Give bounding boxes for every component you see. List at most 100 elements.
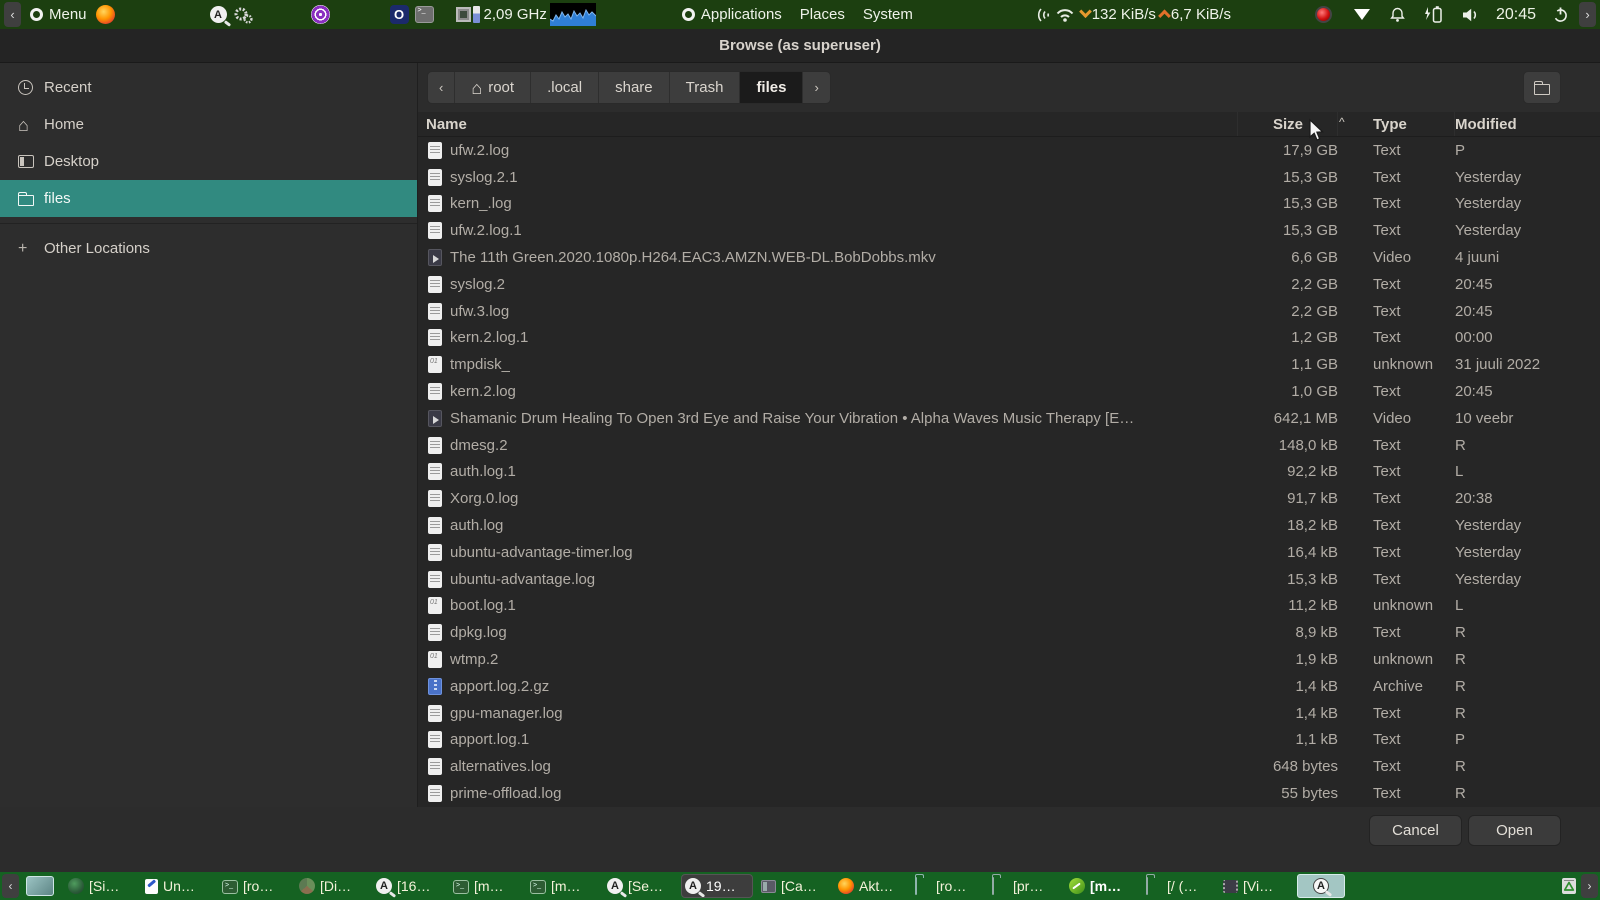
dialog-titlebar[interactable]: Browse (as superuser)	[0, 29, 1600, 63]
window-button[interactable]: [Vi…	[1220, 874, 1292, 898]
battery-charging-icon[interactable]	[1423, 5, 1443, 24]
window-button[interactable]: [Ca…	[758, 874, 830, 898]
workspace-switcher[interactable]	[26, 876, 54, 896]
file-row[interactable]: Xorg.0.log 91,7 kB Text 20:38	[418, 485, 1600, 512]
panel-collapse-right-button[interactable]: ›	[1579, 2, 1596, 27]
breadcrumb-trash[interactable]: Trash	[670, 72, 741, 103]
screen-recorder-icon[interactable]	[1314, 6, 1332, 23]
file-row[interactable]: kern.2.log 1,0 GB Text 20:45	[418, 378, 1600, 405]
taskbar-collapse-right-button[interactable]: ›	[1581, 874, 1598, 898]
trash-applet-icon[interactable]	[1562, 878, 1576, 894]
create-folder-button[interactable]	[1523, 71, 1561, 104]
file-row[interactable]: dmesg.2 148,0 kB Text R	[418, 432, 1600, 459]
window-button[interactable]: [m…	[450, 874, 522, 898]
file-row[interactable]: wtmp.2 1,9 kB unknown R	[418, 646, 1600, 673]
breadcrumb-local[interactable]: .local	[531, 72, 600, 103]
file-name: kern.2.log	[450, 383, 516, 401]
terminal-icon	[530, 879, 546, 894]
applications-menu-icon[interactable]	[681, 8, 695, 21]
applications-menu[interactable]: Applications	[701, 6, 782, 23]
file-modified: R	[1455, 758, 1466, 776]
terminal-launcher-icon[interactable]	[414, 6, 434, 23]
taskbar-collapse-left-button[interactable]: ‹	[2, 874, 19, 898]
path-back-button[interactable]: ‹	[428, 72, 456, 103]
indicator-triangle-icon[interactable]	[1353, 9, 1370, 20]
notifications-bell-icon[interactable]	[1390, 6, 1405, 23]
window-button[interactable]: [Di…	[296, 874, 368, 898]
path-forward-button[interactable]: ›	[803, 72, 829, 103]
file-row[interactable]: ufw.2.log 17,9 GB Text P	[418, 137, 1600, 164]
cancel-button[interactable]: Cancel	[1369, 815, 1462, 846]
file-row[interactable]: apport.log.1 1,1 kB Text P	[418, 727, 1600, 754]
menu-button[interactable]: Menu	[49, 6, 87, 23]
file-row[interactable]: kern_.log 15,3 GB Text Yesterday	[418, 191, 1600, 218]
window-button[interactable]: Akt…	[835, 874, 907, 898]
volume-speaker-icon[interactable]	[1461, 7, 1480, 23]
mate-menu-icon[interactable]	[30, 8, 43, 21]
file-row[interactable]: apport.log.2.gz 1,4 kB Archive R	[418, 673, 1600, 700]
window-button[interactable]: [/ (…	[1143, 874, 1215, 898]
search-tool-icon[interactable]: A	[209, 6, 227, 23]
file-row[interactable]: ufw.3.log 2,2 GB Text 20:45	[418, 298, 1600, 325]
file-row[interactable]: auth.log 18,2 kB Text Yesterday	[418, 512, 1600, 539]
sidebar-item-files[interactable]: files	[0, 180, 417, 217]
file-row[interactable]: syslog.2 2,2 GB Text 20:45	[418, 271, 1600, 298]
window-button[interactable]: Un…	[142, 874, 214, 898]
window-button-attention[interactable]: [m…	[1066, 874, 1138, 898]
network-signal-icon[interactable]	[1035, 6, 1053, 24]
file-row[interactable]: tmpdisk_ 1,1 GB unknown 31 juuli 2022	[418, 351, 1600, 378]
window-button[interactable]: [pr…	[989, 874, 1061, 898]
column-header-modified[interactable]: Modified	[1455, 112, 1600, 136]
network-download-rate[interactable]: 132 KiB/s	[1092, 6, 1156, 23]
file-row[interactable]: boot.log.1 11,2 kB unknown L	[418, 593, 1600, 620]
places-menu[interactable]: Places	[800, 6, 845, 23]
window-button-active[interactable]: A 19…	[681, 874, 753, 898]
sidebar-item-desktop[interactable]: Desktop	[0, 143, 417, 180]
open-button[interactable]: Open	[1468, 815, 1561, 846]
file-row[interactable]: ubuntu-advantage-timer.log 16,4 kB Text …	[418, 539, 1600, 566]
tor-icon[interactable]	[310, 5, 330, 24]
screenshot-tool-button-pressed[interactable]: A	[1297, 874, 1345, 898]
gears-icon[interactable]	[233, 6, 253, 24]
file-row[interactable]: alternatives.log 648 bytes Text R	[418, 753, 1600, 780]
column-header-size[interactable]: Size	[1238, 112, 1338, 136]
wifi-icon[interactable]	[1055, 7, 1075, 23]
file-row[interactable]: prime-offload.log 55 bytes Text R	[418, 780, 1600, 807]
file-row[interactable]: kern.2.log.1 1,2 GB Text 00:00	[418, 325, 1600, 352]
column-header-type[interactable]: Type	[1338, 112, 1455, 136]
system-menu[interactable]: System	[863, 6, 913, 23]
file-modified: 10 veebr	[1455, 409, 1514, 427]
file-type: Text	[1373, 570, 1401, 588]
file-row[interactable]: ufw.2.log.1 15,3 GB Text Yesterday	[418, 217, 1600, 244]
column-header-name[interactable]: Name	[418, 112, 1238, 136]
file-row[interactable]: ubuntu-advantage.log 15,3 kB Text Yester…	[418, 566, 1600, 593]
power-icon[interactable]	[1552, 6, 1569, 23]
file-row[interactable]: The 11th Green.2020.1080p.H264.EAC3.AMZN…	[418, 244, 1600, 271]
text-file-icon	[428, 543, 442, 561]
file-row[interactable]: Shamanic Drum Healing To Open 3rd Eye an…	[418, 405, 1600, 432]
window-button[interactable]: [m…	[527, 874, 599, 898]
o-app-icon[interactable]: O	[389, 5, 409, 24]
breadcrumb-root[interactable]: ⌂ root	[455, 72, 532, 103]
sidebar-item-other-locations[interactable]: + Other Locations	[0, 230, 417, 267]
file-row[interactable]: auth.log.1 92,2 kB Text L	[418, 459, 1600, 486]
network-upload-rate[interactable]: 6,7 KiB/s	[1171, 6, 1231, 23]
breadcrumb-files-current[interactable]: files	[740, 72, 804, 103]
window-button[interactable]: A [Se…	[604, 874, 676, 898]
window-button[interactable]: [ro…	[219, 874, 291, 898]
firefox-launcher-icon[interactable]	[95, 5, 115, 24]
cpu-graph-applet[interactable]	[549, 3, 596, 26]
file-type: Text	[1373, 785, 1401, 803]
clock[interactable]: 20:45	[1496, 6, 1536, 24]
sidebar-item-recent[interactable]: Recent	[0, 69, 417, 106]
file-row[interactable]: dpkg.log 8,9 kB Text R	[418, 619, 1600, 646]
window-button[interactable]: [Si…	[65, 874, 137, 898]
sidebar-item-home[interactable]: ⌂ Home	[0, 106, 417, 143]
window-button[interactable]: A [16…	[373, 874, 445, 898]
window-button[interactable]: [ro…	[912, 874, 984, 898]
cpu-frequency[interactable]: 2,09 GHz	[484, 6, 547, 23]
file-row[interactable]: gpu-manager.log 1,4 kB Text R	[418, 700, 1600, 727]
file-row[interactable]: syslog.2.1 15,3 GB Text Yesterday	[418, 164, 1600, 191]
breadcrumb-share[interactable]: share	[599, 72, 670, 103]
panel-collapse-left-button[interactable]: ‹	[4, 2, 21, 27]
